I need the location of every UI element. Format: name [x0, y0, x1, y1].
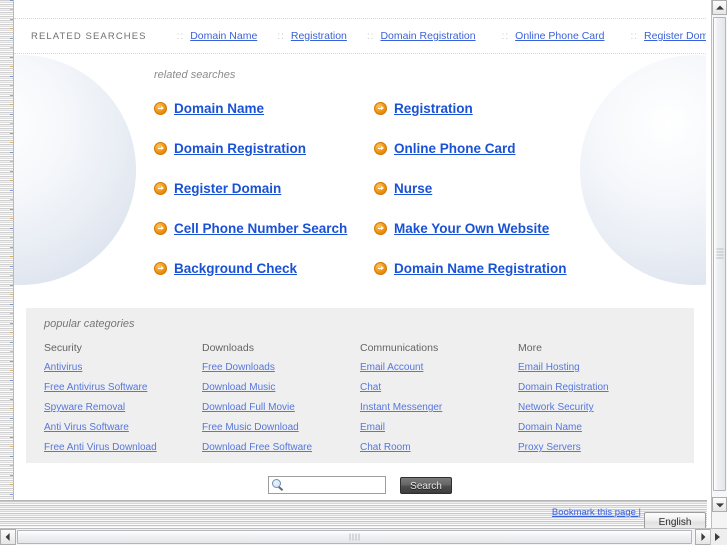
category-link[interactable]: Email	[360, 422, 518, 433]
page-content: RELATED SEARCHES :: Domain Name :: Regis…	[14, 0, 706, 500]
category-column-more: More Email Hosting Domain Registration N…	[518, 342, 676, 462]
topbar-separator: ::	[630, 30, 639, 42]
category-link[interactable]: Domain Registration	[518, 382, 676, 393]
scroll-down-arrow-icon[interactable]	[712, 497, 727, 512]
category-heading: More	[518, 342, 542, 354]
arrow-right-circle-icon	[154, 221, 167, 235]
arrow-right-circle-icon	[374, 261, 387, 275]
category-link[interactable]: Free Anti Virus Download	[44, 442, 202, 453]
horizontal-scrollbar[interactable]	[0, 528, 727, 545]
related-search-item[interactable]: Online Phone Card	[374, 128, 624, 168]
related-search-link[interactable]: Online Phone Card	[394, 141, 516, 156]
arrow-right-circle-icon	[374, 141, 387, 155]
related-search-link[interactable]: Nurse	[394, 181, 432, 196]
related-searches-label: related searches	[154, 69, 236, 81]
scroll-left-arrow-icon[interactable]	[0, 529, 16, 545]
category-link[interactable]: Spyware Removal	[44, 402, 202, 413]
related-search-item[interactable]: Make Your Own Website	[374, 208, 624, 248]
horizontal-scroll-thumb[interactable]	[17, 530, 692, 544]
vertical-scroll-track[interactable]	[712, 16, 727, 497]
related-search-item[interactable]: Domain Name Registration	[374, 248, 624, 288]
related-search-link[interactable]: Background Check	[174, 261, 297, 276]
search-button[interactable]: Search	[400, 476, 452, 494]
category-link[interactable]: Instant Messenger	[360, 402, 518, 413]
popular-categories-panel: popular categories Security Antivirus Fr…	[26, 308, 694, 463]
category-link[interactable]: Download Free Software	[202, 442, 360, 453]
topbar-heading: RELATED SEARCHES	[31, 30, 147, 42]
category-link[interactable]: Email Hosting	[518, 362, 676, 373]
vertical-scrollbar[interactable]	[711, 0, 727, 528]
category-link[interactable]: Antivirus	[44, 362, 202, 373]
related-searches-grid: Domain Name Registration Domain Registra…	[154, 88, 624, 288]
category-column-downloads: Downloads Free Downloads Download Music …	[202, 342, 360, 462]
related-search-item[interactable]: Register Domain	[154, 168, 374, 208]
topbar-links: :: Domain Name :: Registration :: Domain…	[147, 30, 706, 42]
category-link[interactable]: Download Music	[202, 382, 360, 393]
related-search-link[interactable]: Registration	[394, 101, 473, 116]
magnifier-icon	[270, 477, 285, 493]
related-search-item[interactable]: Domain Name	[154, 88, 374, 128]
search-row: Search	[14, 473, 706, 497]
arrow-right-circle-icon	[374, 101, 387, 115]
topbar-separator: ::	[176, 30, 185, 42]
category-link[interactable]: Chat	[360, 382, 518, 393]
category-link[interactable]: Domain Name	[518, 422, 676, 433]
related-searches-topbar: RELATED SEARCHES :: Domain Name :: Regis…	[14, 18, 706, 54]
related-search-item[interactable]: Background Check	[154, 248, 374, 288]
topbar-link-online-phone-card[interactable]: Online Phone Card	[515, 30, 604, 42]
scroll-grip-icon	[349, 533, 360, 541]
category-heading: Security	[44, 342, 82, 354]
topbar-link-register-domain[interactable]: Register Domain	[644, 30, 706, 42]
scroll-right-arrow-icon[interactable]	[695, 529, 711, 545]
topbar-link-domain-registration[interactable]: Domain Registration	[380, 30, 475, 42]
popular-categories-title: popular categories	[44, 318, 135, 330]
related-search-link[interactable]: Domain Name Registration	[394, 261, 567, 276]
left-edge-band-texture	[10, 0, 13, 509]
category-link[interactable]: Network Security	[518, 402, 676, 413]
topbar-separator: ::	[501, 30, 510, 42]
arrow-right-circle-icon	[154, 181, 167, 195]
category-link[interactable]: Free Downloads	[202, 362, 360, 373]
resize-corner[interactable]	[710, 529, 727, 545]
category-link[interactable]: Chat Room	[360, 442, 518, 453]
related-search-item[interactable]: Registration	[374, 88, 624, 128]
arrow-right-circle-icon	[154, 101, 167, 115]
category-heading: Downloads	[202, 342, 254, 354]
arrow-right-circle-icon	[154, 141, 167, 155]
arrow-right-circle-icon	[374, 221, 387, 235]
topbar-link-registration[interactable]: Registration	[291, 30, 347, 42]
category-link[interactable]: Download Full Movie	[202, 402, 360, 413]
related-search-item[interactable]: Nurse	[374, 168, 624, 208]
category-link[interactable]: Proxy Servers	[518, 442, 676, 453]
left-edge-band	[0, 0, 14, 509]
bookmark-this-page-link[interactable]: Bookmark this page |	[552, 507, 641, 518]
related-search-link[interactable]: Make Your Own Website	[394, 221, 549, 236]
category-column-communications: Communications Email Account Chat Instan…	[360, 342, 518, 462]
category-link[interactable]: Anti Virus Software	[44, 422, 202, 433]
browser-window: RELATED SEARCHES :: Domain Name :: Regis…	[0, 0, 727, 545]
search-box[interactable]	[268, 476, 421, 494]
scroll-grip-icon	[716, 248, 723, 260]
arrow-right-circle-icon	[154, 261, 167, 275]
related-search-link[interactable]: Register Domain	[174, 181, 281, 196]
category-link[interactable]: Free Antivirus Software	[44, 382, 202, 393]
topbar-link-domain-name[interactable]: Domain Name	[190, 30, 257, 42]
category-column-security: Security Antivirus Free Antivirus Softwa…	[44, 342, 202, 462]
related-search-link[interactable]: Cell Phone Number Search	[174, 221, 347, 236]
category-heading: Communications	[360, 342, 439, 354]
related-search-link[interactable]: Domain Registration	[174, 141, 306, 156]
scroll-up-arrow-icon[interactable]	[712, 0, 727, 15]
related-search-item[interactable]: Domain Registration	[154, 128, 374, 168]
related-search-link[interactable]: Domain Name	[174, 101, 264, 116]
category-link[interactable]: Email Account	[360, 362, 518, 373]
decorative-sphere-left	[14, 55, 136, 285]
vertical-scroll-thumb[interactable]	[713, 17, 726, 491]
popular-categories-columns: Security Antivirus Free Antivirus Softwa…	[44, 342, 676, 462]
topbar-separator: ::	[277, 30, 285, 42]
topbar-separator: ::	[366, 30, 375, 42]
arrow-right-circle-icon	[374, 181, 387, 195]
category-link[interactable]: Free Music Download	[202, 422, 360, 433]
related-search-item[interactable]: Cell Phone Number Search	[154, 208, 374, 248]
